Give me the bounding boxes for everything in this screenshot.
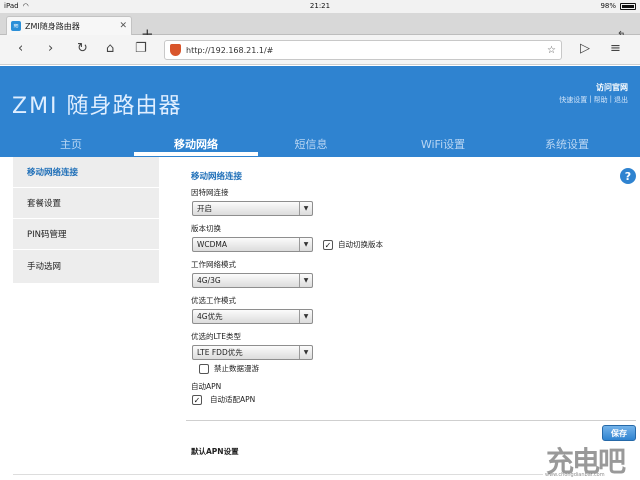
version-label: 版本切换 (191, 224, 221, 233)
battery-percent: 98% (600, 2, 616, 10)
internet-label: 因特网连接 (191, 188, 229, 197)
auto-switch-label: 自动切换版本 (338, 240, 383, 249)
home-icon[interactable]: ⌂ (106, 42, 114, 55)
header-links: 快速设置 | 帮助 | 退出 (559, 95, 628, 105)
internet-select[interactable]: 开启 ▼ (192, 201, 313, 216)
tab-strip: ≋ ZMI随身路由器 ✕ + ↰ (0, 13, 640, 42)
main-nav: 主页 移动网络 短信息 WiFi设置 系统设置 (0, 136, 640, 157)
nav-system-settings[interactable]: 系统设置 (528, 136, 606, 152)
shield-icon (170, 44, 181, 56)
nav-sms[interactable]: 短信息 (280, 136, 342, 152)
lte-type-label: 优选的LTE类型 (191, 332, 241, 341)
help-icon[interactable]: ? (620, 168, 636, 184)
checkbox-unchecked-icon (199, 363, 209, 374)
sidebar-item-manual-network[interactable]: 手动选网 (13, 250, 159, 281)
logout-link[interactable]: 退出 (614, 95, 628, 105)
default-apn-title: 默认APN设置 (191, 447, 239, 456)
section-divider (186, 420, 636, 421)
nav-wifi-settings[interactable]: WiFi设置 (400, 136, 486, 152)
chevron-down-icon: ▼ (299, 310, 312, 323)
status-bar: iPad ◠ 21:21 98% (0, 0, 640, 13)
lte-type-select-value: LTE FDD优先 (197, 348, 243, 357)
back-icon[interactable]: ‹ (18, 42, 23, 55)
browser-tab-title: ZMI随身路由器 (25, 21, 80, 31)
chevron-down-icon: ▼ (299, 238, 312, 251)
url-text: http://192.168.21.1/# (186, 45, 274, 55)
play-icon[interactable]: ▷ (580, 42, 590, 55)
logo-text: 随身路由器 (66, 94, 182, 119)
browser-toolbar: ‹ › ↻ ⌂ ❐ http://192.168.21.1/# ☆ ▷ ≡ (0, 35, 640, 65)
bookmarks-icon[interactable]: ❐ (135, 42, 147, 55)
sidebar-item-plan-settings[interactable]: 套餐设置 (13, 188, 159, 219)
section-title: 移动网络连接 (191, 172, 243, 182)
work-mode-select-value: 4G/3G (197, 276, 221, 285)
close-tab-icon[interactable]: ✕ (119, 21, 127, 31)
star-gear-icon[interactable]: ☆ (547, 45, 556, 56)
internet-select-value: 开启 (197, 204, 212, 213)
chevron-down-icon: ▼ (299, 346, 312, 359)
pref-mode-select[interactable]: 4G优先 ▼ (192, 309, 313, 324)
menu-icon[interactable]: ≡ (610, 42, 621, 55)
roaming-checkbox[interactable]: 禁止数据漫游 (199, 363, 259, 374)
sidebar-item-mobile-connection[interactable]: 移动网络连接 (13, 157, 159, 188)
logo-brand: ZMI (12, 94, 59, 119)
lte-type-select[interactable]: LTE FDD优先 ▼ (192, 345, 313, 360)
work-mode-label: 工作网络模式 (191, 260, 236, 269)
watermark-url: www.chongdianbar.com (545, 472, 605, 478)
battery-icon (620, 2, 636, 10)
separator: | (609, 95, 612, 103)
work-mode-select[interactable]: 4G/3G ▼ (192, 273, 313, 288)
reload-icon[interactable]: ↻ (77, 42, 88, 55)
chevron-down-icon: ▼ (299, 274, 312, 287)
apn-label: 自动APN (191, 382, 222, 391)
pref-mode-label: 优选工作模式 (191, 296, 236, 305)
visit-site-link[interactable]: 访问官网 (596, 82, 628, 93)
pref-mode-select-value: 4G优先 (197, 312, 223, 321)
auto-apn-checkbox[interactable]: ✓ 自动适配APN (192, 394, 255, 405)
checkbox-checked-icon: ✓ (192, 394, 202, 405)
auto-apn-label: 自动适配APN (210, 395, 256, 404)
sidebar-item-pin-management[interactable]: PIN码管理 (13, 219, 159, 250)
version-select[interactable]: WCDMA ▼ (192, 237, 313, 252)
chevron-down-icon: ▼ (299, 202, 312, 215)
sidebar: 移动网络连接 套餐设置 PIN码管理 手动选网 (13, 157, 159, 283)
address-bar[interactable]: http://192.168.21.1/# ☆ (164, 40, 562, 60)
footer-divider (13, 474, 543, 475)
browser-tab[interactable]: ≋ ZMI随身路由器 ✕ (6, 16, 132, 35)
nav-home[interactable]: 主页 (40, 136, 102, 152)
help-link[interactable]: 帮助 (594, 95, 608, 105)
forward-icon[interactable]: › (48, 42, 53, 55)
clock: 21:21 (309, 2, 331, 10)
nav-active-indicator (134, 152, 258, 156)
site-logo: ZMI 随身路由器 (12, 88, 182, 120)
auto-switch-checkbox[interactable]: ✓ 自动切换版本 (323, 239, 383, 250)
nav-mobile-network[interactable]: 移动网络 (134, 136, 258, 152)
checkbox-checked-icon: ✓ (323, 239, 333, 250)
version-select-value: WCDMA (197, 240, 228, 249)
wifi-favicon-icon: ≋ (11, 21, 21, 31)
roaming-label: 禁止数据漫游 (214, 364, 259, 373)
separator: | (589, 95, 592, 103)
save-button[interactable]: 保存 (602, 425, 636, 441)
quick-setup-link[interactable]: 快速设置 (559, 95, 587, 105)
